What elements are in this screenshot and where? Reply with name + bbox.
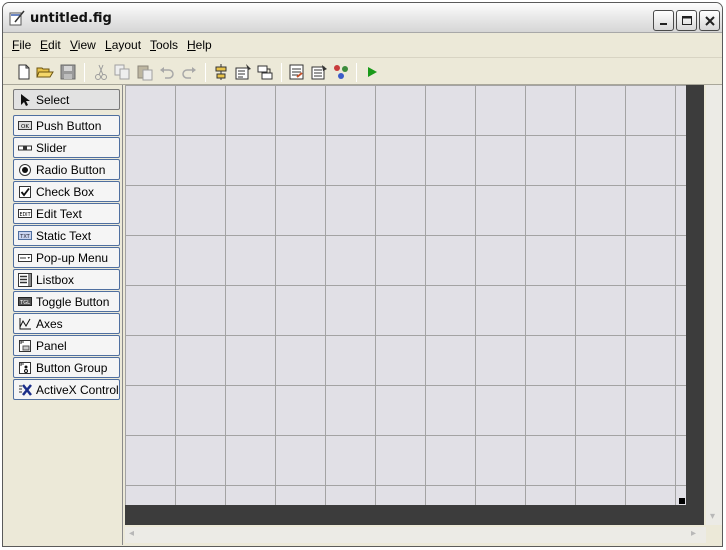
palette-label: Pop-up Menu <box>36 251 109 265</box>
static-text-icon: TXT <box>18 231 32 240</box>
palette-listbox[interactable]: Listbox <box>13 269 120 290</box>
paste-icon[interactable] <box>136 63 154 81</box>
slider-icon <box>18 145 32 151</box>
palette-label: Button Group <box>36 361 108 375</box>
push-button-icon: OK <box>18 121 32 130</box>
figure-edge-right <box>686 85 704 525</box>
edit-text-icon: EDIT <box>18 209 32 218</box>
window-title: untitled.fig <box>30 11 112 26</box>
menu-help[interactable]: Help <box>187 38 212 52</box>
figure-edge-bottom <box>125 505 704 525</box>
palette-label: Edit Text <box>36 207 82 221</box>
maximize-button[interactable] <box>676 10 697 31</box>
component-palette: Select OK Push Button Slider Radio Butto… <box>11 88 123 544</box>
toolbar-separator <box>281 63 282 82</box>
layout-grid-canvas[interactable] <box>125 85 686 505</box>
palette-label: Toggle Button <box>36 295 110 309</box>
cut-icon[interactable] <box>92 63 110 81</box>
scroll-left-arrow-icon[interactable]: ◂ <box>129 528 134 539</box>
palette-label: Push Button <box>36 119 102 133</box>
check-box-icon <box>19 186 31 198</box>
toolbar-separator <box>356 63 357 82</box>
palette-label: Slider <box>36 141 67 155</box>
menu-bar: File Edit View Layout Tools Help <box>3 35 722 55</box>
palette-push-button[interactable]: OK Push Button <box>13 115 120 136</box>
palette-label: Listbox <box>36 273 75 287</box>
arrow-pointer-icon <box>21 94 30 106</box>
align-objects-icon[interactable] <box>212 63 230 81</box>
vertical-scrollbar[interactable]: ▾ <box>706 85 722 525</box>
palette-label: Panel <box>36 339 67 353</box>
menu-view[interactable]: View <box>70 38 96 52</box>
layout-editor-area: ▾ ◂ ▸ <box>122 85 722 545</box>
radio-button-icon <box>19 164 31 176</box>
svg-text:OK: OK <box>21 124 29 130</box>
palette-label: Radio Button <box>36 163 106 177</box>
toolbar-separator <box>84 63 85 82</box>
guide-figure-icon <box>9 10 25 26</box>
svg-text:TXT: TXT <box>19 234 30 240</box>
menu-file[interactable]: File <box>12 38 31 52</box>
palette-panel[interactable]: Panel <box>13 335 120 356</box>
palette-edit-text[interactable]: EDIT Edit Text <box>13 203 120 224</box>
toggle-button-icon: TGL <box>18 297 32 306</box>
activex-control-icon <box>19 384 32 396</box>
figure-resize-handle[interactable] <box>679 498 685 504</box>
scroll-down-arrow-icon[interactable]: ▾ <box>710 511 715 522</box>
object-browser-icon[interactable] <box>332 63 350 81</box>
run-icon[interactable] <box>363 63 381 81</box>
minimize-icon <box>660 23 667 25</box>
palette-toggle-button[interactable]: TGL Toggle Button <box>13 291 120 312</box>
horizontal-scrollbar[interactable]: ◂ ▸ <box>125 527 706 543</box>
scroll-right-arrow-icon[interactable]: ▸ <box>691 528 696 539</box>
palette-activex-control[interactable]: ActiveX Control <box>13 379 120 400</box>
palette-check-box[interactable]: Check Box <box>13 181 120 202</box>
palette-axes[interactable]: Axes <box>13 313 120 334</box>
save-icon[interactable] <box>59 63 77 81</box>
svg-text:EDIT: EDIT <box>19 212 30 218</box>
button-group-icon <box>19 362 31 374</box>
property-inspector-icon[interactable] <box>310 63 328 81</box>
toolbar <box>3 57 722 85</box>
palette-label: Axes <box>36 317 63 331</box>
toolbar-separator <box>205 63 206 82</box>
copy-icon[interactable] <box>113 63 131 81</box>
panel-icon <box>19 340 31 352</box>
title-bar[interactable]: untitled.fig <box>3 3 722 33</box>
open-folder-icon[interactable] <box>36 63 54 81</box>
palette-label: Select <box>36 93 70 107</box>
svg-text:TGL: TGL <box>19 300 30 306</box>
axes-icon <box>19 318 31 330</box>
redo-icon[interactable] <box>180 63 198 81</box>
new-file-icon[interactable] <box>15 63 33 81</box>
guide-window: untitled.fig File Edit View Layout Tools… <box>2 2 723 547</box>
palette-button-group[interactable]: Button Group <box>13 357 120 378</box>
menu-tools[interactable]: Tools <box>150 38 178 52</box>
menu-edit[interactable]: Edit <box>40 38 61 52</box>
palette-label: ActiveX Control <box>36 383 119 397</box>
listbox-icon <box>18 273 32 287</box>
palette-radio-button[interactable]: Radio Button <box>13 159 120 180</box>
m-file-editor-icon[interactable] <box>288 63 306 81</box>
menu-layout[interactable]: Layout <box>105 38 141 52</box>
menu-editor-icon[interactable] <box>234 63 252 81</box>
close-icon <box>705 16 715 26</box>
palette-slider[interactable]: Slider <box>13 137 120 158</box>
maximize-icon <box>682 16 692 25</box>
palette-select[interactable]: Select <box>13 89 120 110</box>
minimize-button[interactable] <box>653 10 674 31</box>
palette-label: Check Box <box>36 185 95 199</box>
undo-icon[interactable] <box>158 63 176 81</box>
close-button[interactable] <box>699 10 720 31</box>
palette-label: Static Text <box>36 229 92 243</box>
popup-menu-icon <box>18 254 32 262</box>
palette-static-text[interactable]: TXT Static Text <box>13 225 120 246</box>
palette-popup-menu[interactable]: Pop-up Menu <box>13 247 120 268</box>
tab-order-editor-icon[interactable] <box>256 63 274 81</box>
